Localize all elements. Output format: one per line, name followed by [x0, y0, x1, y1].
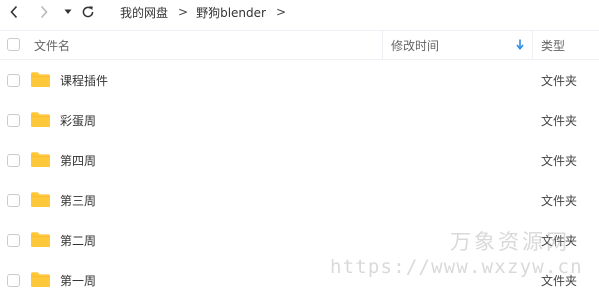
file-type: 文件夹	[541, 154, 578, 168]
folder-icon	[30, 271, 51, 291]
folder-icon	[30, 231, 51, 251]
select-all-checkbox[interactable]	[7, 38, 20, 51]
file-type: 文件夹	[541, 114, 578, 128]
chevron-left-icon	[9, 5, 19, 19]
list-item[interactable]: 第一周 文件夹	[0, 260, 599, 299]
caret-down-icon	[64, 9, 72, 15]
chevron-right-icon	[39, 5, 49, 19]
folder-icon	[30, 191, 51, 211]
file-type: 文件夹	[541, 274, 578, 288]
back-button[interactable]	[6, 2, 22, 22]
folder-icon	[30, 151, 51, 171]
row-checkbox[interactable]	[7, 274, 20, 287]
toolbar: 我的网盘 > 野狗blender >	[0, 0, 599, 24]
refresh-icon	[81, 5, 95, 19]
file-name[interactable]: 第三周	[60, 192, 96, 209]
refresh-button[interactable]	[80, 2, 96, 22]
history-dropdown-button[interactable]	[62, 2, 74, 22]
column-divider[interactable]	[382, 31, 383, 59]
row-checkbox[interactable]	[7, 234, 20, 247]
row-checkbox[interactable]	[7, 114, 20, 127]
list-item[interactable]: 彩蛋周 文件夹	[0, 100, 599, 140]
folder-icon	[30, 111, 51, 131]
column-name[interactable]: 文件名	[34, 31, 374, 59]
row-checkbox[interactable]	[7, 154, 20, 167]
list-item[interactable]: 第三周 文件夹	[0, 180, 599, 220]
file-name[interactable]: 课程插件	[60, 72, 108, 89]
list-item[interactable]: 第四周 文件夹	[0, 140, 599, 180]
column-header: 文件名 修改时间 类型	[0, 30, 599, 60]
breadcrumb: 我的网盘 > 野狗blender >	[120, 3, 294, 21]
column-modified-label: 修改时间	[391, 38, 440, 53]
column-modified[interactable]: 修改时间	[391, 31, 531, 59]
column-name-label: 文件名	[34, 38, 71, 53]
column-divider[interactable]	[532, 31, 533, 59]
breadcrumb-separator: >	[178, 5, 189, 19]
list-item[interactable]: 课程插件 文件夹	[0, 60, 599, 100]
file-type: 文件夹	[541, 74, 578, 88]
row-checkbox[interactable]	[7, 74, 20, 87]
breadcrumb-item-my-drive[interactable]: 我的网盘	[120, 4, 168, 21]
file-type: 文件夹	[541, 234, 578, 248]
file-name[interactable]: 彩蛋周	[60, 112, 96, 129]
arrow-down-icon[interactable]	[516, 39, 524, 53]
file-name[interactable]: 第二周	[60, 232, 96, 249]
list-item[interactable]: 第二周 文件夹	[0, 220, 599, 260]
breadcrumb-separator: >	[275, 5, 287, 19]
file-name[interactable]: 第一周	[60, 272, 96, 289]
forward-button[interactable]	[36, 2, 52, 22]
column-type[interactable]: 类型	[541, 31, 597, 59]
file-type: 文件夹	[541, 194, 578, 208]
row-checkbox[interactable]	[7, 194, 20, 207]
column-type-label: 类型	[541, 38, 566, 53]
folder-icon	[30, 71, 51, 91]
breadcrumb-item-current-folder[interactable]: 野狗blender	[196, 4, 266, 21]
file-name[interactable]: 第四周	[60, 152, 96, 169]
